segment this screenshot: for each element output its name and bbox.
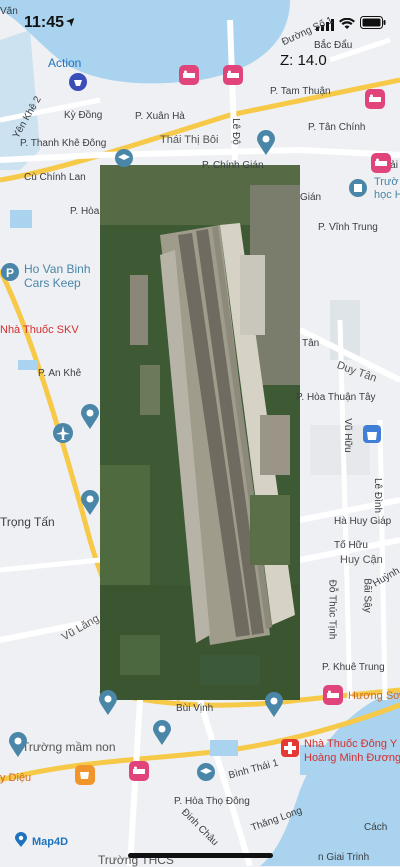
svg-text:P: P [6, 266, 14, 280]
clock: 11:45 [24, 14, 65, 31]
poi-label-huong-so: Hương Sơ [348, 690, 400, 702]
satellite-overlay-airport [100, 165, 300, 700]
map-label: P. Hòa Thọ Đông [174, 796, 250, 807]
map-label: P. An Khê [38, 368, 82, 379]
location-pin-icon[interactable] [8, 732, 28, 763]
map-label: Đỗ Thúc Tịnh [326, 579, 338, 640]
poi-label-dieu: y Diệu [0, 772, 32, 784]
poi-label-nha-thuoc-dong-y: Nhà Thuốc Đông Y [304, 738, 398, 750]
home-indicator[interactable] [128, 853, 273, 858]
map-label: P. Tân Chính [308, 122, 366, 133]
location-arrow-icon: ➤ [62, 12, 80, 30]
map4d-brand-text: Map4D [32, 835, 69, 848]
hotel-pin-icon[interactable] [222, 64, 244, 91]
map-label-action: Action [48, 56, 82, 70]
map-label: Lê Đình [372, 477, 384, 514]
hotel-pin-icon[interactable] [128, 760, 150, 787]
school-pin-icon[interactable] [114, 148, 134, 173]
pharmacy-pin-icon[interactable] [280, 738, 300, 763]
map-label: P. Tam Thuận [270, 86, 331, 97]
parking-pin-icon[interactable]: P [0, 262, 20, 287]
park-area-2 [310, 425, 370, 475]
battery-icon [360, 16, 386, 34]
map-label: P. Hòa [70, 206, 100, 217]
map-label: Tố Hữu [334, 540, 368, 551]
map-label: Gián [300, 192, 322, 203]
map-label: Bùi Vịnh [176, 703, 214, 714]
airport-pin-icon[interactable] [52, 422, 74, 449]
map-label: Trọng Tấn [0, 515, 55, 529]
map-label: n Giai Trinh [318, 852, 370, 863]
map-label: Văn [0, 6, 18, 17]
map-label: Bắc Đẩu [314, 40, 353, 51]
map-label: P. Vĩnh Trung [318, 222, 378, 233]
poi-label-truong-mam-non: Trường mầm non [22, 740, 116, 754]
poi-label-nha-thuoc-skv: Nhà Thuốc SKV [0, 324, 79, 336]
map-label: Lê Độ [229, 118, 241, 145]
poi-label-cars-keep: Cars Keep [24, 276, 81, 290]
poi-pin-action[interactable] [68, 72, 88, 97]
map-label: P. Khuê Trung [322, 662, 385, 673]
location-pin-icon[interactable] [152, 720, 172, 751]
pond-3 [210, 740, 238, 756]
location-pin-icon[interactable] [256, 130, 276, 161]
location-pin-icon[interactable] [80, 490, 100, 521]
shopping-pin-icon[interactable] [362, 424, 382, 449]
poi-label-hoang-minh-duong: Hoàng Minh Đương [304, 752, 400, 764]
map-label: Vũ Hữu [341, 418, 353, 453]
wifi-icon [339, 17, 355, 35]
hotel-pin-icon[interactable] [322, 684, 344, 711]
location-pin-icon[interactable] [80, 404, 100, 435]
map4d-logo: Map4D [14, 832, 68, 851]
map-label: P. Thanh Khê Đông [20, 138, 107, 149]
map-label: Bãi Sậy [361, 578, 373, 613]
pond [10, 210, 32, 228]
school-pin-icon[interactable] [348, 178, 368, 203]
map-label: học H [374, 189, 400, 201]
map-label: Tân [302, 338, 320, 349]
cafe-pin-icon[interactable] [74, 764, 96, 791]
map-label: Hà Huy Giáp [334, 516, 392, 527]
hotel-pin-icon[interactable] [178, 64, 200, 91]
map-label: P. Xuân Hà [135, 111, 185, 122]
map-label: Thái Thị Bôi [160, 134, 219, 146]
pond-2 [18, 360, 38, 370]
map4d-pin-icon [14, 832, 28, 851]
hotel-pin-icon[interactable] [370, 152, 392, 179]
location-pin-icon[interactable] [264, 692, 284, 723]
road-white-1 [0, 146, 400, 163]
location-pin-icon[interactable] [98, 690, 118, 721]
map-label: P. Hòa Thuận Tây [296, 392, 376, 403]
map-label: Cù Chính Lan [24, 172, 86, 183]
map-label: Cách [364, 822, 388, 833]
map-label: Huy Cận [340, 554, 383, 566]
road-white-9 [0, 557, 101, 573]
zoom-level: Z: 14.0 [280, 52, 327, 69]
map-label: P. Chính Gián [202, 160, 264, 171]
school-pin-icon[interactable] [196, 762, 216, 787]
poi-label-ho-van-binh: Ho Van Binh [24, 262, 91, 276]
hotel-pin-icon[interactable] [364, 88, 386, 115]
map-label: Kỳ Đồng [64, 110, 103, 121]
